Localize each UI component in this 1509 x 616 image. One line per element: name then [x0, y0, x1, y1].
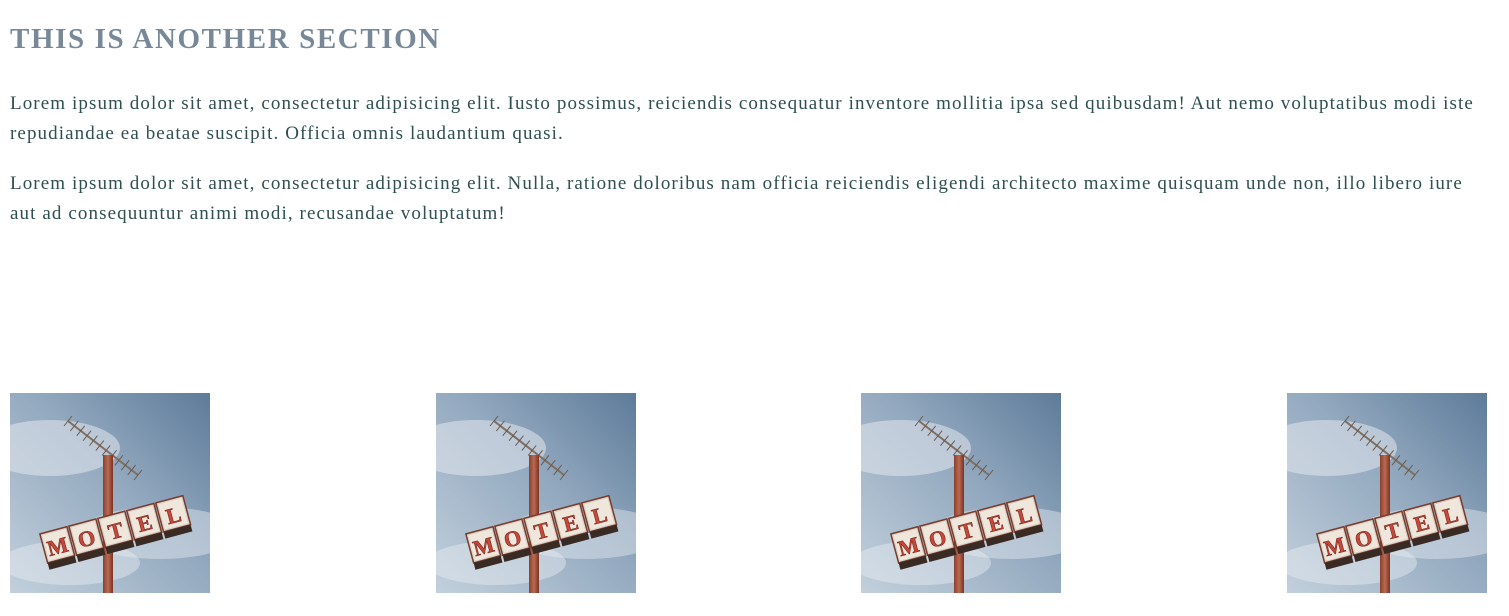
- section-paragraph-1: Lorem ipsum dolor sit amet, consectetur …: [10, 93, 1474, 144]
- gallery-image-motel-sign: MOTEL: [10, 393, 210, 593]
- gallery-image-motel-sign: MOTEL: [436, 393, 636, 593]
- section-paragraph-2: Lorem ipsum dolor sit amet, consectetur …: [10, 173, 1463, 224]
- content-section: THIS IS ANOTHER SECTION Lorem ipsum dolo…: [10, 0, 1490, 229]
- section-title: THIS IS ANOTHER SECTION: [10, 23, 441, 55]
- motel-sign-illustration: MOTEL: [861, 393, 1061, 593]
- motel-sign-illustration: MOTEL: [10, 393, 210, 593]
- image-gallery: MOTEL MOTEL MOTEL MOTEL: [10, 393, 1487, 593]
- motel-sign-illustration: MOTEL: [1287, 393, 1487, 593]
- gallery-image-motel-sign: MOTEL: [861, 393, 1061, 593]
- gallery-image-motel-sign: MOTEL: [1287, 393, 1487, 593]
- motel-sign-illustration: MOTEL: [436, 393, 636, 593]
